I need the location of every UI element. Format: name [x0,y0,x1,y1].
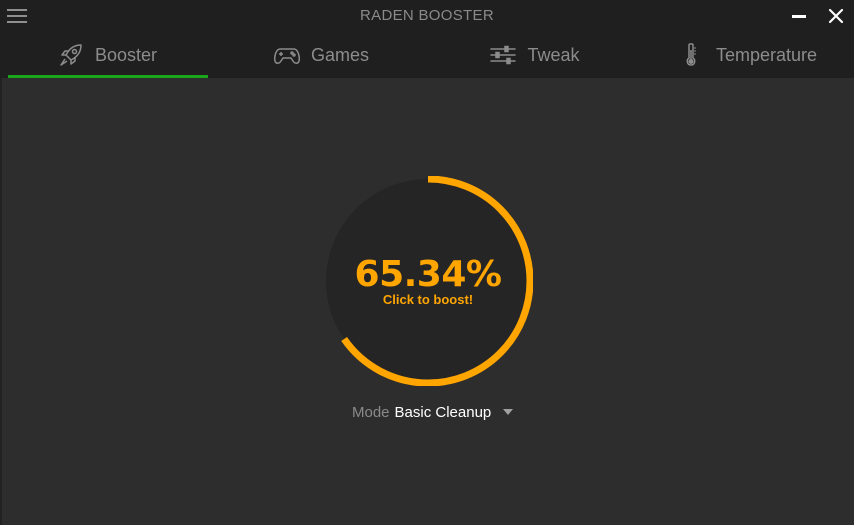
tab-games-label: Games [310,44,370,65]
mode-value: Basic Cleanup [394,403,492,421]
close-button[interactable] [826,6,846,26]
title-bar: RADEN BOOSTER [0,0,854,32]
mode-label: Mode [352,403,390,421]
minimize-button[interactable] [792,8,806,24]
tab-tweak-label: Tweak [527,44,580,65]
tab-booster-label: Booster [94,44,158,65]
tab-temperature-label: Temperature [715,44,818,65]
boost-percent: 65.34% [354,254,502,295]
boost-action-label: Click to boost! [382,292,474,307]
mode-dropdown[interactable]: Basic Cleanup [395,404,514,421]
sliders-icon [489,41,517,69]
tab-bar: Booster Games Tweak Temperature [0,32,854,78]
thermometer-icon [678,41,706,69]
left-edge [0,78,2,525]
mode-row: Mode Basic Cleanup [352,402,514,422]
minimize-icon [792,15,806,18]
tab-tweak[interactable]: Tweak [428,32,641,78]
tab-booster[interactable]: Booster [0,32,214,78]
close-icon [828,8,844,24]
gamepad-icon [273,41,301,69]
chevron-down-icon [503,409,514,415]
active-tab-indicator [8,75,208,78]
boost-gauge[interactable]: 65.34% Click to boost! [323,176,533,386]
window-title: RADEN BOOSTER [360,7,494,24]
tab-games[interactable]: Games [214,32,428,78]
tab-temperature[interactable]: Temperature [641,32,854,78]
rocket-icon [57,41,85,69]
